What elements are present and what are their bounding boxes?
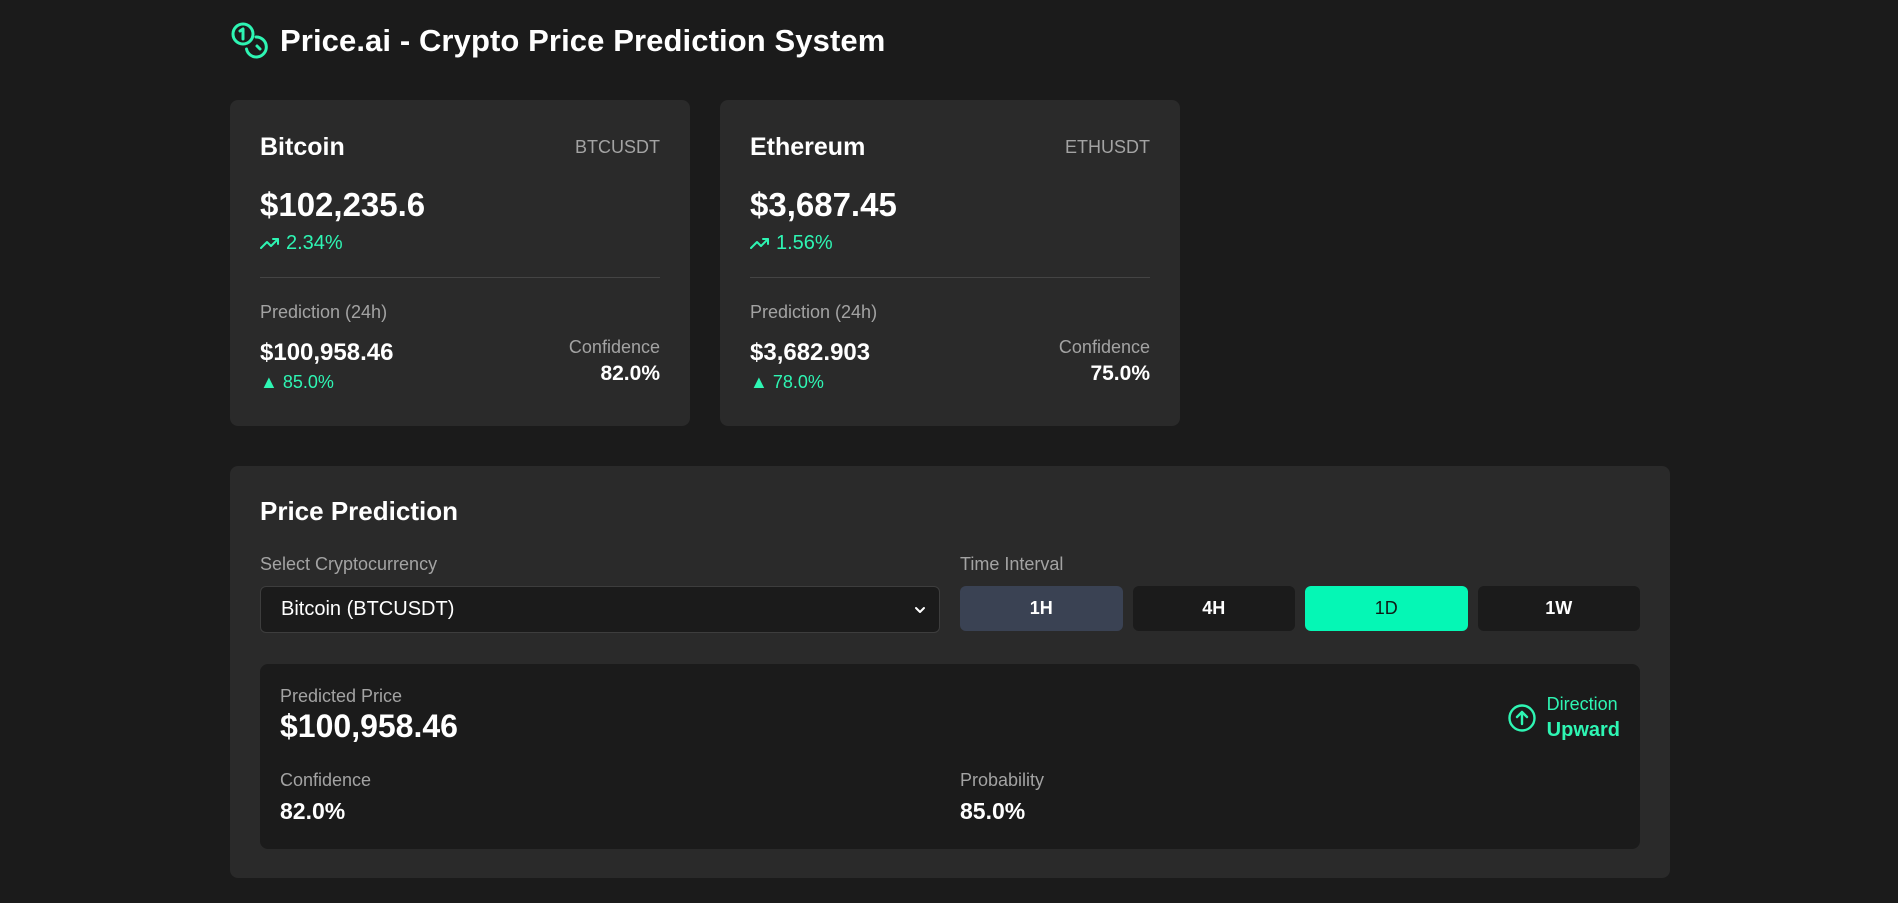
- result-confidence-label: Confidence: [280, 770, 372, 790]
- arrow-up-circle-icon: [1507, 704, 1536, 732]
- prediction-result: Predicted Price $100,958.46 Direction Up…: [260, 664, 1640, 849]
- coins-icon: [231, 22, 268, 59]
- prediction-label: Prediction (24h): [260, 302, 388, 322]
- result-probability-value: 85.0%: [960, 798, 1026, 824]
- prediction-price: $3,682.903: [750, 339, 871, 366]
- prediction-label: Prediction (24h): [750, 302, 878, 322]
- crypto-card-bitcoin[interactable]: Bitcoin BTCUSDT $102,235.6 2.34% Predict…: [230, 100, 690, 426]
- trending-up-icon: [750, 238, 769, 249]
- price-change: 2.34%: [260, 229, 660, 257]
- direction-value: Upward: [1546, 719, 1620, 741]
- coin-symbol: BTCUSDT: [575, 136, 660, 157]
- trending-up-icon: [260, 238, 279, 249]
- confidence-label: Confidence: [1058, 337, 1150, 357]
- direction-indicator: Direction Upward: [1507, 692, 1620, 744]
- time-interval-label: Time Interval: [960, 554, 1064, 574]
- interval-button-4h[interactable]: 4H: [1132, 586, 1295, 631]
- prediction-probability: ▲ 85.0%: [260, 372, 334, 392]
- interval-button-1d[interactable]: 1D: [1305, 586, 1468, 631]
- prediction-price: $100,958.46: [260, 339, 394, 366]
- app-page: Price.ai - Crypto Price Prediction Syste…: [0, 0, 1898, 903]
- crypto-select-value: Bitcoin (BTCUSDT): [281, 598, 455, 620]
- divider: [750, 277, 1150, 278]
- app-title: Price.ai - Crypto Price Prediction Syste…: [280, 23, 886, 58]
- result-confidence-value: 82.0%: [280, 798, 346, 824]
- price-change: 1.56%: [750, 229, 1150, 257]
- interval-button-1h[interactable]: 1H: [960, 586, 1123, 631]
- select-crypto-label: Select Cryptocurrency: [260, 554, 438, 574]
- price-prediction-panel: Price Prediction Select Cryptocurrency B…: [230, 466, 1670, 878]
- panel-title: Price Prediction: [260, 496, 458, 526]
- confidence-value: 82.0%: [600, 362, 660, 385]
- crypto-card-ethereum[interactable]: Ethereum ETHUSDT $3,687.45 1.56% Predict…: [720, 100, 1180, 426]
- coin-name: Ethereum: [750, 132, 866, 161]
- predicted-price-label: Predicted Price: [280, 686, 403, 706]
- confidence-label: Confidence: [568, 337, 660, 357]
- coin-symbol: ETHUSDT: [1065, 136, 1150, 157]
- interval-selector: 1H 4H 1D 1W: [960, 586, 1640, 631]
- divider: [260, 277, 660, 278]
- app-header: Price.ai - Crypto Price Prediction Syste…: [230, 18, 885, 64]
- price-change-value: 2.34%: [286, 231, 343, 254]
- coin-name: Bitcoin: [260, 132, 345, 161]
- price-change-value: 1.56%: [776, 231, 833, 254]
- confidence-value: 75.0%: [1090, 362, 1150, 385]
- prediction-probability: ▲ 78.0%: [750, 372, 824, 392]
- result-probability-label: Probability: [960, 770, 1045, 790]
- predicted-price-value: $100,958.46: [280, 708, 458, 744]
- coin-price: $102,235.6: [260, 186, 426, 223]
- coin-price: $3,687.45: [750, 186, 897, 223]
- direction-label: Direction: [1546, 694, 1618, 714]
- chevron-down-icon: [915, 606, 925, 613]
- crypto-select[interactable]: Bitcoin (BTCUSDT): [260, 586, 940, 633]
- interval-button-1w[interactable]: 1W: [1477, 586, 1640, 631]
